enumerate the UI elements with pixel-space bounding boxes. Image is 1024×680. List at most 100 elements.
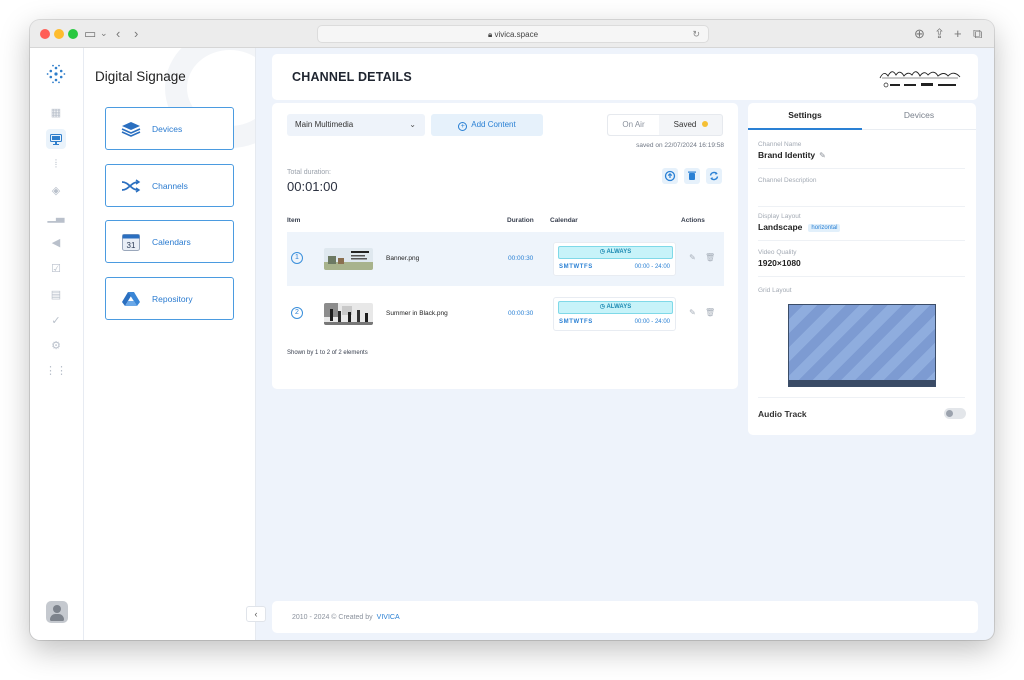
- saved-option[interactable]: Saved: [659, 115, 723, 135]
- tabs-overview-icon[interactable]: ⧉: [973, 26, 982, 42]
- menu-card-label: Devices: [152, 123, 183, 134]
- upload-circle-icon: [664, 170, 676, 182]
- browser-titlebar: ▭ ⌄ ‹ › 🔒︎ vivica.space ↻ ⊕ ⇪ + ⧉: [30, 20, 994, 48]
- field-label: Grid Layout: [758, 287, 792, 294]
- trash-icon[interactable]: 🗑︎: [705, 253, 715, 262]
- sidebar-toggle-icon[interactable]: ▭: [84, 26, 96, 42]
- channel-name-field: Channel Name Brand Identity ✎: [758, 141, 965, 169]
- refresh-button[interactable]: [706, 168, 722, 184]
- settings-icon[interactable]: ⚙: [49, 338, 63, 352]
- close-window-button[interactable]: [40, 29, 50, 39]
- calendar-day-number: 31: [127, 241, 136, 250]
- item-duration[interactable]: 00:00:30: [508, 255, 533, 262]
- edit-icon[interactable]: ✎: [688, 253, 697, 262]
- header-duration: Duration: [507, 217, 534, 224]
- audio-track-label: Audio Track: [758, 409, 807, 419]
- trash-icon[interactable]: 🗑︎: [705, 308, 715, 317]
- video-quality-field: Video Quality 1920×1080: [758, 249, 965, 277]
- saved-timestamp: saved on 22/07/2024 16:19:58: [636, 142, 724, 149]
- schedule-hours: 00:00 - 24:00: [634, 264, 670, 270]
- side-menu: Digital Signage Devices Channels 31 Cale…: [84, 48, 256, 640]
- audio-track-switch[interactable]: [944, 408, 966, 419]
- upload-button[interactable]: [662, 168, 678, 184]
- document-icon[interactable]: ▤: [49, 287, 63, 301]
- collapse-sidebar-button[interactable]: ‹: [246, 606, 266, 622]
- reload-icon[interactable]: ↻: [692, 26, 700, 43]
- page-footer: 2010 - 2024 © Created by VIVICA: [272, 601, 978, 633]
- field-label: Video Quality: [758, 249, 797, 256]
- address-text: vivica.space: [494, 30, 539, 39]
- summer-thumbnail: [324, 303, 373, 325]
- trash-icon: [688, 171, 696, 180]
- chevron-down-icon[interactable]: ⌄: [100, 28, 108, 39]
- on-air-option[interactable]: On Air: [608, 115, 659, 135]
- signal-icon[interactable]: ⦙: [49, 157, 63, 171]
- refresh-icon: [709, 171, 719, 181]
- menu-card-repository[interactable]: Repository: [105, 277, 234, 320]
- total-duration-label: Total duration:: [287, 169, 331, 176]
- item-duration[interactable]: 00:00:30: [508, 310, 533, 317]
- grid-icon[interactable]: ⋮⋮: [45, 363, 67, 377]
- display-layout-value: Landscape: [758, 222, 803, 232]
- row-index: 1: [291, 252, 303, 264]
- menu-card-devices[interactable]: Devices: [105, 107, 234, 150]
- pagination-info: Shown by 1 to 2 of 2 elements: [287, 350, 368, 356]
- check-icon[interactable]: ☑: [49, 261, 63, 275]
- plus-circle-icon: +: [458, 122, 468, 131]
- forward-icon[interactable]: ›: [134, 26, 138, 41]
- audio-icon[interactable]: ◀: [49, 235, 63, 249]
- on-air-label: On Air: [622, 120, 645, 129]
- row-index: 2: [291, 307, 303, 319]
- calendar-schedule[interactable]: ◷ ALWAYS SMTWTFS 00:00 - 24:00: [553, 297, 676, 331]
- edit-icon[interactable]: ✎: [819, 151, 826, 160]
- copyright-text: 2010 - 2024 © Created by: [292, 614, 373, 621]
- add-content-button[interactable]: + Add Content: [431, 114, 543, 136]
- channel-name-value: Brand Identity: [758, 150, 816, 160]
- address-bar[interactable]: 🔒︎ vivica.space ↻: [317, 25, 709, 43]
- chart-icon[interactable]: ▁▃: [48, 209, 65, 223]
- footer-brand-link[interactable]: VIVICA: [377, 614, 400, 621]
- share-icon[interactable]: ⇪: [934, 26, 945, 42]
- side-menu-title: Digital Signage: [95, 69, 186, 84]
- field-label: Display Layout: [758, 213, 801, 220]
- header-item: Item: [287, 217, 301, 224]
- download-icon[interactable]: ⊕: [914, 26, 925, 42]
- tab-devices[interactable]: Devices: [862, 103, 976, 130]
- channel-description-field: Channel Description: [758, 177, 965, 207]
- layers-icon[interactable]: ◈: [49, 183, 63, 197]
- delete-all-button[interactable]: [684, 168, 700, 184]
- video-quality-value: 1920×1080: [758, 258, 801, 268]
- browser-window: ▭ ⌄ ‹ › 🔒︎ vivica.space ↻ ⊕ ⇪ + ⧉ ▦ ⦙ ◈ …: [30, 20, 994, 640]
- menu-card-channels[interactable]: Channels: [105, 164, 234, 207]
- table-row[interactable]: 2 Summer in Black.png 00:00:30 ◷ ALWAYS: [287, 287, 724, 341]
- table-row[interactable]: 1 Banner.png 00:00:30 ◷ ALWAYS SMTWTFS 0…: [287, 232, 724, 286]
- icon-rail: ▦ ⦙ ◈ ▁▃ ◀ ☑ ▤ ✓ ⚙ ⋮⋮: [30, 48, 84, 640]
- schedule-hours: 00:00 - 24:00: [634, 319, 670, 325]
- zoom-window-button[interactable]: [68, 29, 78, 39]
- drive-icon: [121, 291, 141, 307]
- dashboard-icon[interactable]: ▦: [49, 105, 63, 119]
- page-title: CHANNEL DETAILS: [292, 70, 412, 84]
- grid-layout-preview[interactable]: [788, 304, 936, 387]
- playlist-select[interactable]: Main Multimedia ⌄: [287, 114, 425, 136]
- page-header: CHANNEL DETAILS: [272, 54, 978, 100]
- calendar-schedule[interactable]: ◷ ALWAYS SMTWTFS 00:00 - 24:00: [553, 242, 676, 276]
- menu-card-calendars[interactable]: 31 Calendars: [105, 220, 234, 263]
- header-calendar: Calendar: [550, 217, 578, 224]
- app-logo-icon[interactable]: [46, 64, 66, 84]
- always-label: ALWAYS: [606, 304, 632, 310]
- back-icon[interactable]: ‹: [116, 26, 120, 41]
- user-avatar[interactable]: [46, 601, 68, 623]
- saved-label: Saved: [673, 120, 697, 129]
- monitor-icon[interactable]: [46, 129, 66, 149]
- calendar-icon: 31: [121, 233, 141, 251]
- edit-icon[interactable]: ✎: [688, 308, 697, 317]
- field-label: Channel Name: [758, 141, 802, 148]
- approve-icon[interactable]: ✓: [49, 313, 63, 327]
- minimize-window-button[interactable]: [54, 29, 64, 39]
- always-label: ALWAYS: [606, 249, 632, 255]
- publish-state-toggle: On Air Saved: [607, 114, 723, 136]
- new-tab-icon[interactable]: +: [954, 26, 962, 41]
- tab-settings[interactable]: Settings: [748, 103, 862, 130]
- settings-tabs: Settings Devices: [748, 103, 976, 130]
